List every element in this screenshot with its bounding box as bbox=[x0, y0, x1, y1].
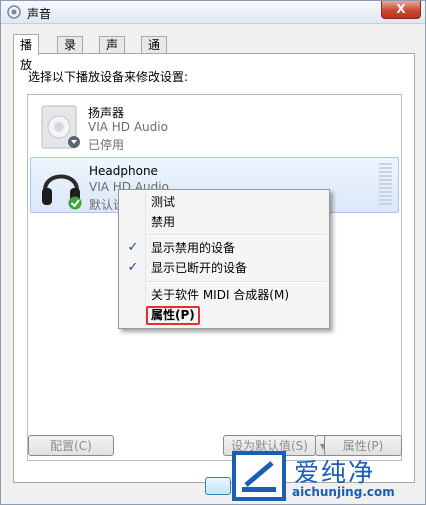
device-speaker[interactable]: 扬声器 VIA HD Audio 已停用 bbox=[30, 98, 399, 154]
device-name: Headphone bbox=[89, 164, 158, 178]
menu-separator bbox=[147, 281, 326, 283]
close-button[interactable]: X bbox=[381, 1, 421, 19]
menu-item-show-disabled[interactable]: 显示禁用的设备 bbox=[151, 238, 235, 258]
check-icon: ✓ bbox=[127, 260, 139, 275]
highlight-box bbox=[146, 306, 200, 325]
tab-playback[interactable]: 播放 bbox=[13, 34, 40, 72]
menu-separator bbox=[147, 234, 326, 236]
instructions-label: 选择以下播放设备来修改设置: bbox=[28, 70, 189, 84]
menu-item-show-disconnected[interactable]: 显示已断开的设备 bbox=[151, 258, 247, 278]
sound-icon bbox=[7, 5, 21, 19]
check-icon: ✓ bbox=[127, 240, 139, 255]
watermark-url: aichunjing.com bbox=[292, 485, 395, 499]
device-status: 已停用 bbox=[88, 138, 125, 152]
volume-level-meter bbox=[379, 163, 392, 207]
tab-communications[interactable]: 通信 bbox=[141, 36, 168, 69]
title-bar: 声音 X bbox=[1, 1, 425, 24]
menu-item-midi-about[interactable]: 关于软件 MIDI 合成器(M) bbox=[151, 285, 289, 305]
watermark: 爱纯净 aichunjing.com bbox=[228, 451, 424, 504]
watermark-text: 爱纯净 bbox=[294, 458, 376, 487]
menu-item-disable[interactable]: 禁用 bbox=[151, 212, 175, 232]
tab-recording[interactable]: 录制 bbox=[57, 36, 84, 69]
context-menu: 测试 禁用 ✓ 显示禁用的设备 ✓ 显示已断开的设备 关于软件 MIDI 合成器… bbox=[118, 189, 330, 329]
tab-sounds[interactable]: 声音 bbox=[99, 36, 126, 69]
headphone-icon bbox=[42, 174, 82, 210]
configure-button[interactable]: 配置(C) bbox=[28, 435, 114, 456]
menu-item-test[interactable]: 测试 bbox=[151, 192, 175, 212]
watermark-logo-icon bbox=[232, 451, 286, 501]
green-check-badge bbox=[68, 196, 82, 210]
speaker-icon bbox=[41, 105, 80, 149]
device-driver: VIA HD Audio bbox=[88, 120, 168, 134]
window-title: 声音 bbox=[27, 7, 52, 21]
device-name: 扬声器 bbox=[88, 106, 125, 120]
